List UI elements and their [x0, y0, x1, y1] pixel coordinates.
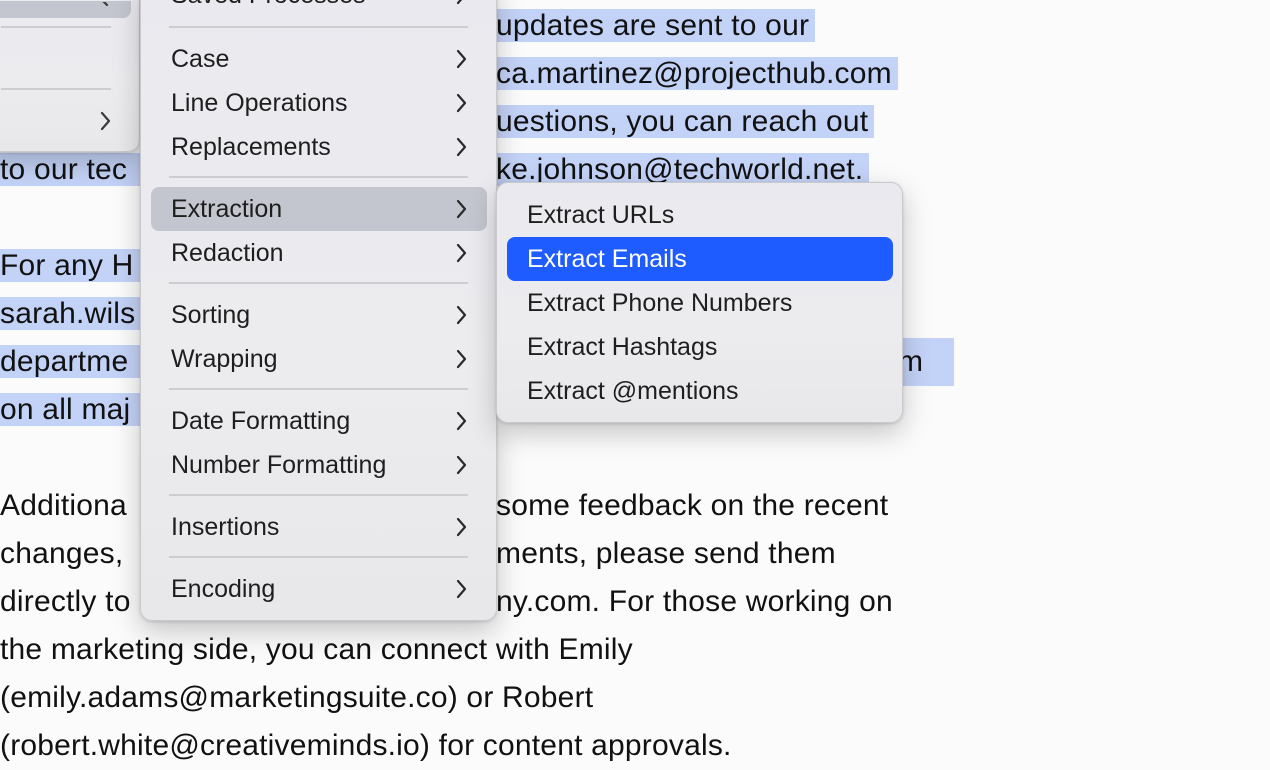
menu-item-label: Extract Hashtags	[527, 333, 718, 361]
menu-item-label: Number Formatting	[171, 451, 387, 479]
chevron-right-icon	[455, 125, 467, 169]
context-menu[interactable]: Saved Processes Case Line Operations Rep…	[140, 0, 497, 621]
chevron-right-icon	[455, 567, 467, 611]
menu-item-extract-mentions[interactable]: Extract @mentions	[507, 369, 893, 413]
chevron-right-icon	[455, 0, 467, 17]
menu-item-redaction[interactable]: Redaction	[151, 231, 487, 275]
selected-text: For any H	[0, 249, 154, 282]
parent-context-menu[interactable]	[0, 0, 140, 152]
menu-item-label: Extract URLs	[527, 201, 675, 229]
chevron-right-icon	[455, 37, 467, 81]
menu-item-label: Line Operations	[171, 89, 348, 117]
menu-item-saved-processes[interactable]: Saved Processes	[151, 0, 487, 17]
text-line: (robert.white@creativeminds.io) for cont…	[0, 729, 732, 762]
chevron-right-icon	[455, 187, 467, 231]
selected-text: sarah.wils	[0, 297, 156, 330]
menu-item-line-operations[interactable]: Line Operations	[151, 81, 487, 125]
menu-item-label: Wrapping	[171, 345, 278, 373]
menu-item-label: Extract @mentions	[527, 377, 739, 405]
menu-separator	[169, 176, 468, 178]
text-line: For any H	[0, 242, 154, 290]
extraction-submenu[interactable]: Extract URLs Extract Emails Extract Phon…	[496, 182, 903, 423]
menu-item-label: Saved Processes	[171, 0, 366, 9]
menu-item-replacements[interactable]: Replacements	[151, 125, 487, 169]
text-line: directly to	[0, 585, 131, 618]
chevron-right-icon	[455, 81, 467, 125]
menu-item-date-formatting[interactable]: Date Formatting	[151, 399, 487, 443]
menu-item-extract-emails[interactable]: Extract Emails	[507, 237, 893, 281]
menu-item-encoding[interactable]: Encoding	[151, 567, 487, 611]
menu-item[interactable]	[0, 99, 131, 143]
chevron-right-icon	[455, 399, 467, 443]
menu-item-label: Sorting	[171, 301, 251, 329]
chevron-right-icon	[455, 293, 467, 337]
text-line: the marketing side, you can connect with…	[0, 633, 633, 666]
menu-item-label: Case	[171, 45, 230, 73]
text-line: ca.martinez@projecthub.com	[496, 50, 898, 98]
selected-text: on all maj	[0, 393, 151, 426]
chevron-right-icon	[455, 337, 467, 381]
text-line: Additiona	[0, 489, 127, 522]
menu-item-case[interactable]: Case	[151, 37, 487, 81]
text-line: (emily.adams@marketingsuite.co) or Rober…	[0, 681, 594, 714]
chevron-right-icon	[99, 0, 111, 19]
menu-separator	[169, 282, 468, 284]
menu-item-sorting[interactable]: Sorting	[151, 293, 487, 337]
text-line: changes,	[0, 537, 124, 570]
menu-separator	[1, 26, 111, 28]
text-line: ny.com. For those working on	[496, 585, 893, 618]
chevron-right-icon	[455, 505, 467, 549]
text-line: uestions, you can reach out	[496, 98, 875, 146]
text-line: ments, please send them	[496, 537, 836, 570]
menu-item-extract-phone-numbers[interactable]: Extract Phone Numbers	[507, 281, 893, 325]
menu-item-label: Date Formatting	[171, 407, 351, 435]
chevron-right-icon	[455, 231, 467, 275]
menu-separator	[1, 88, 111, 90]
menu-item-label: Replacements	[171, 133, 331, 161]
menu-item-label: Insertions	[171, 513, 280, 541]
chevron-right-icon	[455, 443, 467, 487]
selected-text: ca.martinez@projecthub.com	[496, 57, 898, 90]
menu-separator	[169, 26, 468, 28]
menu-item-highlighted-partial[interactable]	[0, 1, 131, 18]
menu-item-label: Extraction	[171, 195, 283, 223]
selected-text: updates are sent to our	[496, 9, 816, 42]
menu-item-extract-hashtags[interactable]: Extract Hashtags	[507, 325, 893, 369]
menu-separator	[169, 494, 468, 496]
menu-separator	[169, 388, 468, 390]
menu-item-number-formatting[interactable]: Number Formatting	[151, 443, 487, 487]
menu-item-insertions[interactable]: Insertions	[151, 505, 487, 549]
menu-separator	[169, 556, 468, 558]
menu-item-extraction[interactable]: Extraction	[151, 187, 487, 231]
text-line: on all maj	[0, 386, 151, 434]
menu-item-label: Extract Emails	[527, 245, 687, 273]
text-line: sarah.wils	[0, 290, 156, 338]
menu-item-label: Extract Phone Numbers	[527, 289, 793, 317]
selected-text: uestions, you can reach out	[496, 105, 875, 138]
selected-text: departme	[0, 345, 149, 378]
menu-item-label: Encoding	[171, 575, 276, 603]
menu-item-extract-urls[interactable]: Extract URLs	[507, 193, 893, 237]
menu-item-wrapping[interactable]: Wrapping	[151, 337, 487, 381]
menu-item-label: Redaction	[171, 239, 284, 267]
text-line: departme	[0, 338, 149, 386]
text-line: some feedback on the recent	[496, 489, 889, 522]
text-line: updates are sent to our	[496, 2, 816, 50]
